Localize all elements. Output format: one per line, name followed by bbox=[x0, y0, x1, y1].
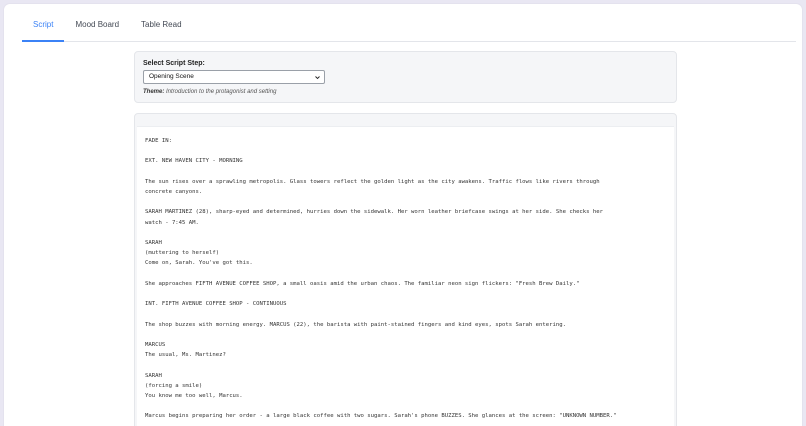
chevron-down-icon bbox=[315, 76, 320, 80]
script-line: The shop buzzes with morning energy. MAR… bbox=[145, 321, 566, 328]
script-blank-line bbox=[145, 401, 675, 411]
theme-label: Theme: bbox=[143, 89, 165, 95]
script-blank-line bbox=[145, 228, 675, 238]
script-line: She approaches FIFTH AVENUE COFFEE SHOP,… bbox=[145, 280, 580, 287]
script-line: You know me too well, Marcus. bbox=[145, 392, 243, 399]
script-line: Marcus begins preparing her order - a la… bbox=[145, 413, 617, 420]
theme-line: Theme: Introduction to the protagonist a… bbox=[143, 89, 276, 95]
script-line: EXT. NEW HAVEN CITY - MORNING bbox=[145, 158, 243, 165]
script-blank-line bbox=[145, 309, 675, 319]
script-line: Come on, Sarah. You've got this. bbox=[145, 260, 253, 267]
script-line: SARAH bbox=[145, 372, 162, 379]
script-line: SARAH MARTINEZ (28), sharp-eyed and dete… bbox=[145, 209, 604, 216]
script-line: (muttering to herself) bbox=[145, 250, 220, 257]
script-line: FADE IN: bbox=[145, 138, 172, 144]
script-line: INT. FIFTH AVENUE COFFEE SHOP - CONTINUO… bbox=[145, 301, 287, 308]
script-text: FADE IN: EXT. NEW HAVEN CITY - MORNING The… bbox=[145, 136, 675, 422]
script-blank-line bbox=[145, 167, 675, 177]
tab-bar: Script Mood Board Table Read bbox=[22, 14, 796, 42]
script-line: watch - 7:45 AM. bbox=[145, 219, 199, 226]
script-blank-line bbox=[145, 269, 675, 279]
app-window: Script Mood Board Table Read Select Scri… bbox=[4, 4, 802, 426]
script-step-select[interactable]: Opening Scene bbox=[143, 70, 325, 84]
script-line: The usual, Ms. Martinez? bbox=[145, 352, 226, 359]
script-line: concrete canyons. bbox=[145, 188, 203, 195]
selected-step-value: Opening Scene bbox=[149, 73, 194, 80]
theme-value: Introduction to the protagonist and sett… bbox=[166, 89, 277, 95]
script-blank-line bbox=[145, 289, 675, 299]
script-content-area: FADE IN: EXT. NEW HAVEN CITY - MORNING The… bbox=[137, 126, 674, 426]
script-blank-line bbox=[145, 197, 675, 207]
script-blank-line bbox=[145, 360, 675, 370]
script-blank-line bbox=[145, 330, 675, 340]
tab-mood-board[interactable]: Mood Board bbox=[64, 14, 130, 42]
script-blank-line bbox=[145, 146, 675, 156]
script-panel: FADE IN: EXT. NEW HAVEN CITY - MORNING The… bbox=[134, 113, 677, 426]
tab-script[interactable]: Script bbox=[22, 14, 65, 42]
script-line: SARAH bbox=[145, 239, 162, 246]
script-line: The sun rises over a sprawling metropoli… bbox=[145, 178, 600, 185]
script-step-panel: Select Script Step: Opening Scene Theme:… bbox=[134, 51, 677, 103]
script-line: MARCUS bbox=[145, 341, 166, 348]
script-line: (forcing a smile) bbox=[145, 382, 203, 389]
tab-table-read[interactable]: Table Read bbox=[130, 14, 192, 42]
select-script-step-label: Select Script Step: bbox=[143, 60, 205, 67]
